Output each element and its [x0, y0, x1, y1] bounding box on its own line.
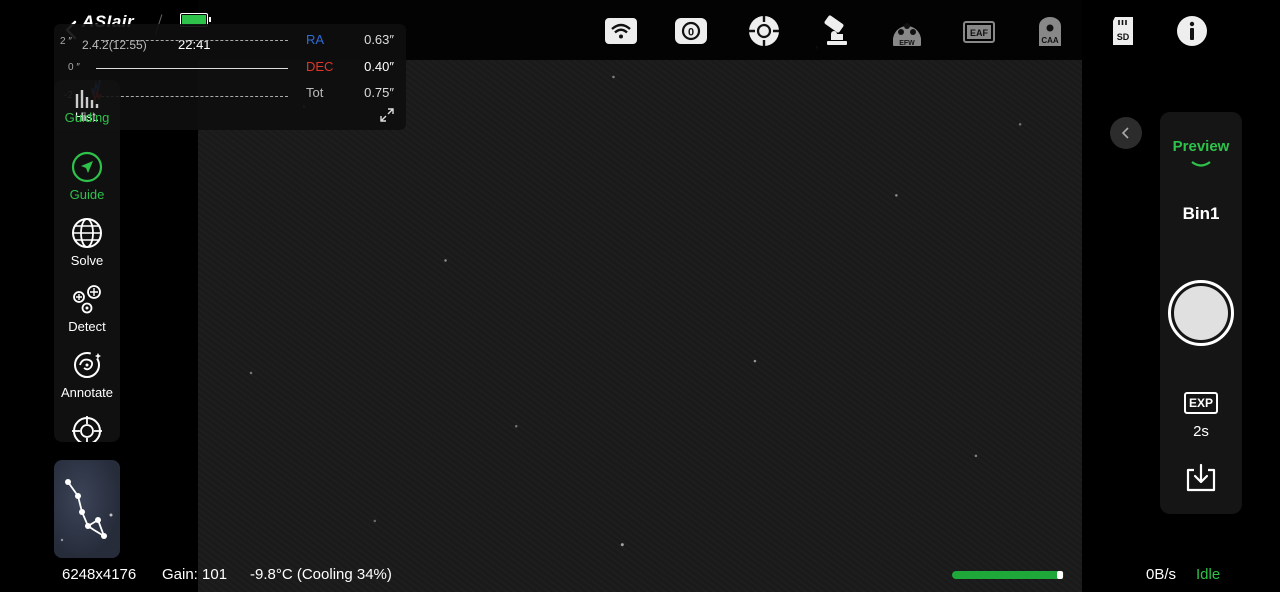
efw-icon[interactable]: EFW — [888, 12, 926, 50]
status-icons: 0 EFW EAF CAA SD — [600, 12, 1220, 50]
exposure-icon[interactable]: EXP — [1184, 392, 1218, 414]
ra-value: 0.63″ — [364, 32, 394, 47]
resolution-text: 6248x4176 — [62, 566, 137, 583]
tool-detect-label: Detect — [68, 319, 106, 334]
bin-selector[interactable]: Bin1 — [1160, 204, 1242, 224]
graph-axis-top: 2 ″ — [60, 36, 72, 47]
detect-stars-icon — [73, 285, 101, 314]
camera-link-icon[interactable]: 0 — [672, 12, 710, 50]
guide-camera-icon[interactable] — [745, 12, 783, 50]
tool-solve[interactable]: Solve — [54, 216, 120, 268]
wifi-icon[interactable] — [602, 12, 640, 50]
eaf-icon[interactable]: EAF — [960, 12, 998, 50]
tool-annotate-label: Annotate — [60, 385, 114, 400]
dec-label: DEC — [306, 59, 334, 74]
exposure-value[interactable]: 2s — [1160, 423, 1242, 440]
telescope-mount-icon[interactable] — [817, 12, 855, 50]
dec-value: 0.40″ — [364, 59, 394, 74]
svg-text:0: 0 — [688, 27, 694, 39]
progress-end-marker — [1057, 571, 1063, 579]
svg-text:EFW: EFW — [899, 40, 915, 47]
chevron-left-icon — [1121, 127, 1129, 139]
tool-guiding[interactable]: Guiding — [54, 107, 120, 125]
svg-text:CAA: CAA — [1041, 36, 1059, 45]
svg-text:EAF: EAF — [970, 28, 989, 38]
status-state: Idle — [1196, 566, 1221, 583]
graph-zero-line — [96, 68, 288, 69]
chevron-down-icon[interactable] — [1190, 160, 1212, 170]
gain-text: Gain: 101 — [162, 566, 228, 583]
shutter-button[interactable] — [1168, 280, 1234, 346]
tool-solve-label: Solve — [70, 253, 104, 268]
progress-fill — [952, 571, 1062, 579]
graph-axis-mid: 0 ″ — [68, 62, 80, 73]
crosshair-icon — [72, 416, 102, 442]
mode-selector[interactable]: Preview — [1160, 138, 1242, 155]
tool-crosshair[interactable] — [54, 414, 120, 442]
caa-icon[interactable]: CAA — [1031, 12, 1069, 50]
total-label: Tot — [306, 85, 324, 100]
ra-label: RA — [306, 32, 325, 47]
tool-annotate[interactable]: Annotate — [54, 348, 120, 400]
total-value: 0.75″ — [364, 85, 394, 100]
constellation-map-icon — [60, 479, 113, 542]
save-download-icon[interactable] — [1184, 462, 1218, 494]
tool-guiding-label: Guiding — [64, 110, 110, 125]
info-icon[interactable] — [1173, 12, 1211, 50]
tool-guide-label: Guide — [69, 187, 105, 202]
galaxy-icon — [74, 352, 101, 378]
progress-bar — [952, 571, 1064, 579]
capture-panel: Preview Bin1 EXP 2s — [1160, 112, 1242, 514]
tool-detect[interactable]: Detect — [54, 282, 120, 334]
transfer-rate: 0B/s — [1146, 566, 1177, 583]
collapse-panel-button[interactable] — [1110, 117, 1142, 149]
globe-icon — [72, 218, 102, 248]
graph-lower-gridline — [96, 96, 288, 97]
left-toolbar: Hist. Guiding Guide Solve Detect Annotat… — [54, 80, 120, 442]
expand-icon[interactable] — [380, 108, 394, 122]
navigation-arrow-icon — [71, 151, 103, 183]
sd-card-icon[interactable]: SD — [1104, 12, 1142, 50]
graph-upper-gridline — [96, 40, 288, 41]
tool-guide[interactable]: Guide — [54, 150, 120, 202]
shutter-inner — [1174, 286, 1228, 340]
svg-text:SD: SD — [1117, 32, 1130, 42]
temperature-text: -9.8°C (Cooling 34%) — [250, 566, 392, 583]
constellation-thumbnail[interactable] — [54, 460, 120, 558]
